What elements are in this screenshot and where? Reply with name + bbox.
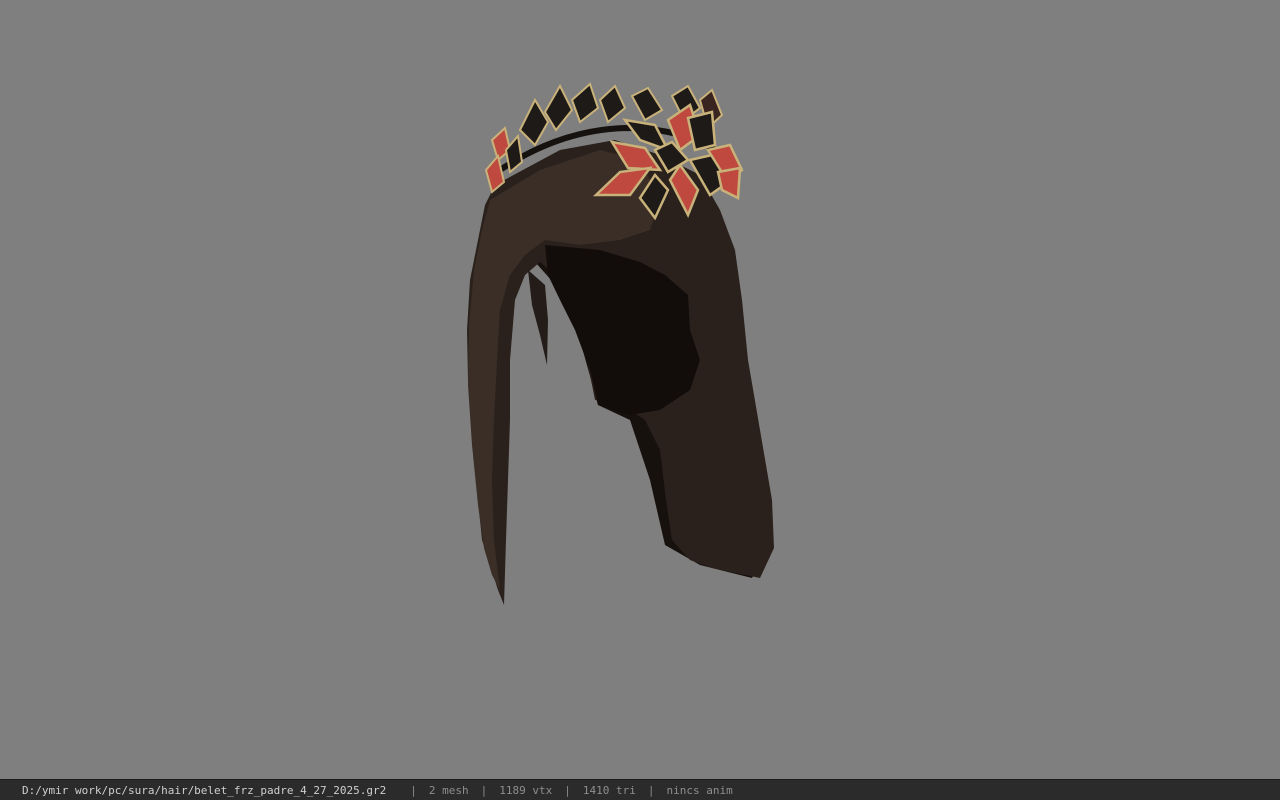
- hair-thin-strand: [528, 270, 548, 365]
- status-bar: D:/ymir work/pc/sura/hair/belet_frz_padr…: [0, 779, 1280, 800]
- 3d-viewport[interactable]: [0, 0, 1280, 779]
- animation-status: nincs anim: [666, 783, 733, 797]
- separator: |: [647, 783, 655, 797]
- file-path: D:/ymir work/pc/sura/hair/belet_frz_padr…: [22, 783, 387, 797]
- mesh-count: 2 mesh: [428, 783, 469, 797]
- separator: |: [480, 783, 488, 797]
- vertex-count: 1189 vtx: [499, 783, 553, 797]
- separator: |: [564, 783, 571, 797]
- triangle-count: 1410 tri: [582, 783, 636, 797]
- separator: |: [410, 783, 417, 797]
- hair-model[interactable]: [0, 0, 1280, 779]
